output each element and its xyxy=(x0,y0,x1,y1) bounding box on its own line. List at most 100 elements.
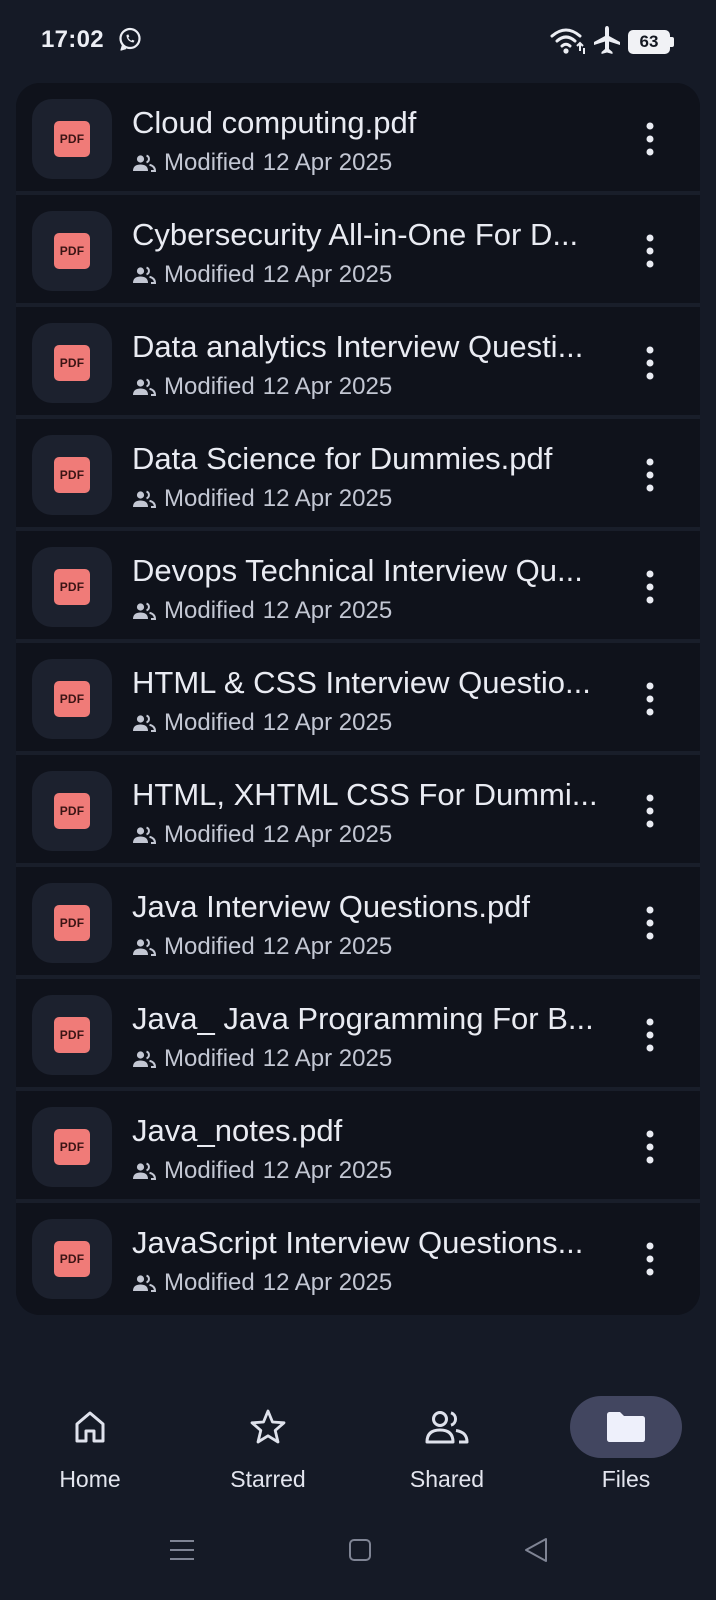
more-options-button[interactable] xyxy=(632,1235,668,1283)
nav-item-files[interactable]: Files xyxy=(546,1396,706,1496)
file-type-label: PDF xyxy=(59,356,85,370)
file-type-label: PDF xyxy=(59,916,85,930)
battery-level: 63 xyxy=(639,32,659,51)
file-thumbnail: PDF xyxy=(32,211,112,291)
file-list-item[interactable]: PDF Java_ Java Programming For B... Modi… xyxy=(16,979,700,1091)
more-options-button[interactable] xyxy=(632,899,668,947)
modified-date: 12 Apr 2025 xyxy=(262,373,393,400)
pdf-file-icon: PDF xyxy=(54,793,90,829)
file-list-item[interactable]: PDF HTML & CSS Interview Questio... Modi… xyxy=(16,643,700,755)
file-name: Java_notes.pdf xyxy=(132,1113,343,1148)
nav-label-starred: Starred xyxy=(230,1466,306,1492)
modified-label: Modified xyxy=(164,1269,255,1296)
more-options-button[interactable] xyxy=(632,451,668,499)
nav-item-starred[interactable]: Starred xyxy=(188,1396,348,1496)
modified-label: Modified xyxy=(164,1045,255,1072)
modified-date: 12 Apr 2025 xyxy=(262,1269,393,1296)
modified-date: 12 Apr 2025 xyxy=(262,709,393,736)
file-list-item[interactable]: PDF Java Interview Questions.pdf Modifie… xyxy=(16,867,700,979)
more-vert-icon xyxy=(646,122,654,156)
more-options-button[interactable] xyxy=(632,1011,668,1059)
file-thumbnail: PDF xyxy=(32,883,112,963)
modified-label: Modified xyxy=(164,821,255,848)
file-meta: Modified 12 Apr 2025 xyxy=(132,373,392,401)
file-meta: Modified 12 Apr 2025 xyxy=(132,1045,392,1073)
status-bar: 17:02 63 xyxy=(0,0,716,80)
nav-item-home[interactable]: Home xyxy=(10,1396,170,1496)
modified-label: Modified xyxy=(164,373,255,400)
file-list: PDF Cloud computing.pdf Modified 12 Apr … xyxy=(16,83,700,1315)
file-list-item[interactable]: PDF Cloud computing.pdf Modified 12 Apr … xyxy=(16,83,700,195)
modified-label: Modified xyxy=(164,149,255,176)
nav-label-shared: Shared xyxy=(409,1466,485,1492)
file-name: HTML, XHTML CSS For Dummi... xyxy=(132,777,598,812)
more-options-button[interactable] xyxy=(632,1123,668,1171)
file-name: Java Interview Questions.pdf xyxy=(132,889,531,924)
pdf-file-icon: PDF xyxy=(54,1129,90,1165)
nav-icon-container xyxy=(391,1396,503,1458)
system-home-button[interactable] xyxy=(340,1530,380,1570)
file-list-item[interactable]: PDF Java_notes.pdf Modified 12 Apr 2025 xyxy=(16,1091,700,1203)
pdf-file-icon: PDF xyxy=(54,1017,90,1053)
file-type-label: PDF xyxy=(59,244,85,258)
more-vert-icon xyxy=(646,1130,654,1164)
shared-people-icon xyxy=(133,154,156,172)
folder-icon xyxy=(607,1412,645,1442)
file-type-label: PDF xyxy=(59,1140,85,1154)
nav-item-shared[interactable]: Shared xyxy=(367,1396,527,1496)
status-time: 17:02 xyxy=(41,26,104,53)
system-navigation-bar xyxy=(0,1520,716,1600)
file-type-label: PDF xyxy=(59,1252,85,1266)
more-vert-icon xyxy=(646,458,654,492)
modified-date: 12 Apr 2025 xyxy=(262,821,393,848)
more-options-button[interactable] xyxy=(632,563,668,611)
file-thumbnail: PDF xyxy=(32,323,112,403)
modified-label: Modified xyxy=(164,933,255,960)
square-home-icon xyxy=(349,1539,371,1561)
pdf-file-icon: PDF xyxy=(54,681,90,717)
more-options-button[interactable] xyxy=(632,115,668,163)
file-list-item[interactable]: PDF Devops Technical Interview Qu... Mod… xyxy=(16,531,700,643)
file-list-item[interactable]: PDF HTML, XHTML CSS For Dummi... Modifie… xyxy=(16,755,700,867)
pdf-file-icon: PDF xyxy=(54,569,90,605)
shared-people-icon xyxy=(133,1274,156,1292)
shared-people-icon xyxy=(133,938,156,956)
pdf-file-icon: PDF xyxy=(54,905,90,941)
file-meta: Modified 12 Apr 2025 xyxy=(132,709,392,737)
file-thumbnail: PDF xyxy=(32,435,112,515)
back-triangle-icon xyxy=(525,1538,547,1562)
file-list-item[interactable]: PDF Data Science for Dummies.pdf Modifie… xyxy=(16,419,700,531)
file-list-item[interactable]: PDF Cybersecurity All-in-One For D... Mo… xyxy=(16,195,700,307)
shared-people-icon xyxy=(133,602,156,620)
file-thumbnail: PDF xyxy=(32,771,112,851)
file-type-label: PDF xyxy=(59,132,85,146)
pdf-file-icon: PDF xyxy=(54,233,90,269)
file-name: JavaScript Interview Questions... xyxy=(132,1225,584,1260)
more-options-button[interactable] xyxy=(632,675,668,723)
recent-apps-button[interactable] xyxy=(162,1530,202,1570)
file-name: Data Science for Dummies.pdf xyxy=(132,441,553,476)
modified-label: Modified xyxy=(164,709,255,736)
nav-label-home: Home xyxy=(59,1466,121,1492)
file-name: HTML & CSS Interview Questio... xyxy=(132,665,591,700)
system-back-button[interactable] xyxy=(516,1530,556,1570)
more-vert-icon xyxy=(646,346,654,380)
file-meta: Modified 12 Apr 2025 xyxy=(132,485,392,513)
app-root: 17:02 63 PDF Cloud computing.pdf Modifie… xyxy=(0,0,716,1600)
file-meta: Modified 12 Apr 2025 xyxy=(132,821,392,849)
modified-label: Modified xyxy=(164,261,255,288)
file-name: Java_ Java Programming For B... xyxy=(132,1001,594,1036)
file-type-label: PDF xyxy=(59,692,85,706)
file-name: Data analytics Interview Questi... xyxy=(132,329,584,364)
file-list-item[interactable]: PDF Data analytics Interview Questi... M… xyxy=(16,307,700,419)
nav-label-files: Files xyxy=(601,1466,651,1492)
more-options-button[interactable] xyxy=(632,227,668,275)
more-options-button[interactable] xyxy=(632,339,668,387)
file-list-item[interactable]: PDF JavaScript Interview Questions... Mo… xyxy=(16,1203,700,1315)
file-type-label: PDF xyxy=(59,804,85,818)
more-vert-icon xyxy=(646,570,654,604)
more-options-button[interactable] xyxy=(632,787,668,835)
star-icon xyxy=(250,1409,286,1444)
file-thumbnail: PDF xyxy=(32,659,112,739)
pdf-file-icon: PDF xyxy=(54,121,90,157)
